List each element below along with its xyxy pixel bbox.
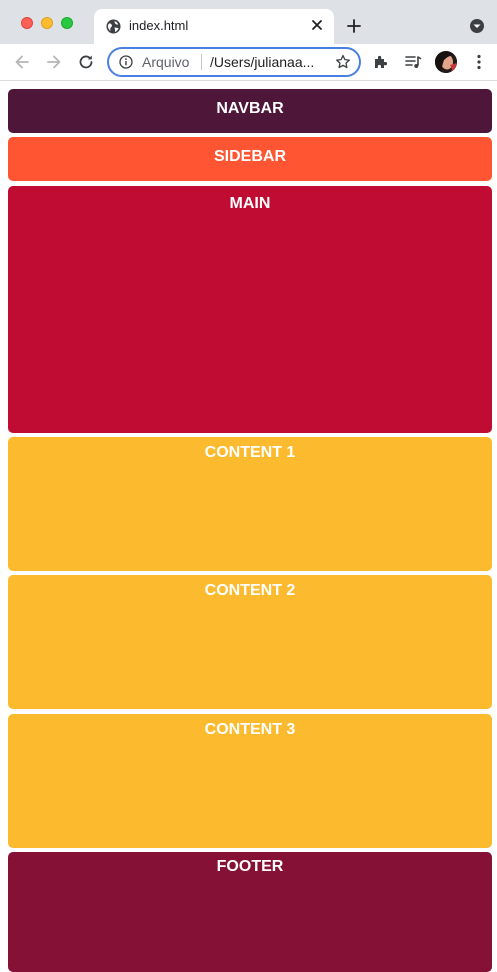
main-label: MAIN (229, 195, 271, 212)
minimize-window-button[interactable] (41, 17, 53, 29)
avatar-photo-icon (435, 51, 457, 73)
sidebar-label: SIDEBAR (213, 148, 286, 165)
new-tab-icon[interactable] (345, 17, 363, 35)
address-bar[interactable]: Arquivo /Users/julianaa... (107, 47, 361, 77)
close-window-button[interactable] (21, 17, 33, 29)
content-1-label: CONTENT 1 (204, 444, 296, 461)
media-controls-icon[interactable] (404, 53, 422, 71)
navbar-label: NAVBAR (216, 100, 284, 117)
forward-arrow-icon[interactable] (44, 52, 64, 72)
url-text[interactable]: /Users/julianaa... (210, 54, 322, 70)
tab-search-icon[interactable] (469, 18, 485, 34)
security-label: Arquivo (142, 54, 190, 70)
browser-tab[interactable]: index.html (94, 9, 334, 44)
browser-toolbar: Arquivo /Users/julianaa... (0, 44, 497, 81)
profile-avatar[interactable] (435, 51, 457, 73)
content-3-label: CONTENT 3 (204, 721, 296, 738)
sidebar-section: SIDEBAR (8, 137, 492, 181)
main-section: MAIN (8, 186, 492, 433)
reload-icon[interactable] (76, 52, 96, 72)
content-2-label: CONTENT 2 (204, 582, 296, 599)
content-3-section: CONTENT 3 (8, 714, 492, 848)
navbar-section: NAVBAR (8, 89, 492, 133)
tab-strip: index.html (0, 0, 497, 44)
more-menu-icon[interactable] (470, 53, 488, 71)
tab-title: index.html (129, 18, 189, 33)
bookmark-star-icon[interactable] (335, 54, 351, 70)
info-icon[interactable] (119, 55, 133, 69)
back-arrow-icon[interactable] (12, 52, 32, 72)
footer-section: FOOTER (8, 852, 492, 972)
maximize-window-button[interactable] (61, 17, 73, 29)
omnibox-divider (201, 54, 202, 70)
content-2-section: CONTENT 2 (8, 575, 492, 709)
close-tab-icon[interactable] (309, 17, 325, 33)
extensions-puzzle-icon[interactable] (372, 53, 390, 71)
page-viewport: NAVBAR SIDEBAR MAIN CONTENT 1 CONTENT 2 … (0, 82, 497, 972)
footer-label: FOOTER (216, 858, 284, 875)
globe-icon (106, 19, 121, 34)
content-1-section: CONTENT 1 (8, 437, 492, 571)
